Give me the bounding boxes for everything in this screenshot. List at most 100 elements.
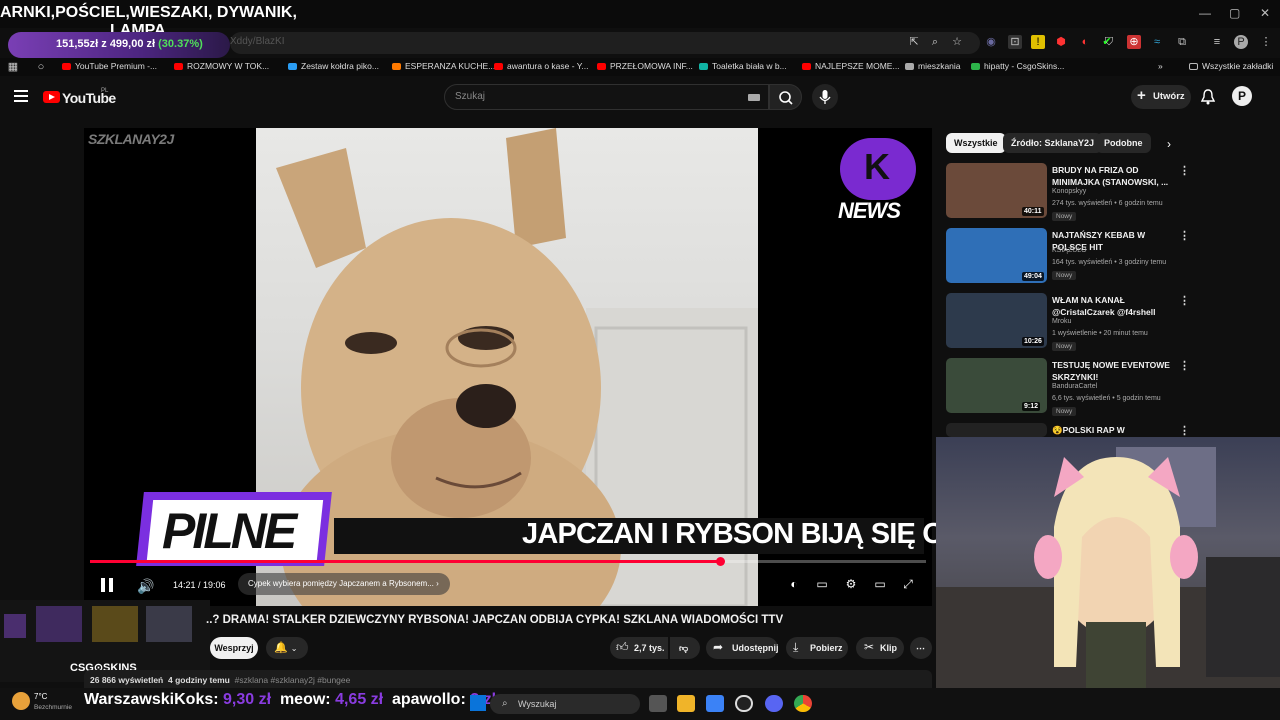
subtitles-icon[interactable]: ▭ (814, 577, 830, 591)
bookmark-label: ROZMOWY W TOK... (187, 61, 270, 71)
address-bar[interactable] (230, 32, 980, 54)
more-options-icon[interactable]: ⋮ (1179, 359, 1190, 372)
autoplay-toggle-icon[interactable]: ◐ (786, 577, 802, 591)
windows-start-icon[interactable] (470, 695, 486, 711)
video-title[interactable]: BRUDY NA FRIZA OD MINIMAJKA (STANOWSKI, … (1052, 164, 1170, 188)
all-bookmarks[interactable]: Wszystkie zakładki (1189, 61, 1273, 71)
support-button[interactable]: Wesprzyj (210, 637, 258, 659)
chrome-icon[interactable] (794, 695, 812, 712)
search-icon: ⌕ (502, 698, 508, 709)
address-url[interactable]: Xddy/BlazKI (230, 36, 284, 47)
bookmark-favicon-icon (905, 62, 914, 70)
bookmark-item[interactable]: Toaletka biała w b... (699, 61, 787, 71)
weather-temp[interactable]: 7°C (34, 692, 47, 701)
search-placeholder[interactable]: Szukaj (455, 91, 485, 102)
theater-mode-icon[interactable]: ▭ (872, 577, 888, 591)
chip-source[interactable]: Źródło: SzklanaY2J (1003, 133, 1103, 153)
bookmark-item[interactable]: YouTube Premium -... (62, 61, 157, 71)
install-icon[interactable]: ⇱ (907, 35, 921, 49)
weather-desc[interactable]: Bezchmurnie (34, 704, 72, 711)
bookmark-item[interactable]: Zestaw kołdra piko... (288, 61, 379, 71)
more-options-icon[interactable]: ⋮ (1179, 229, 1190, 242)
bookmark-favicon-icon (597, 62, 606, 70)
channel-name[interactable]: Mroku (1052, 318, 1071, 325)
chip-all[interactable]: Wszystkie (946, 133, 1006, 153)
chapter-title-button[interactable]: Cypek wybiera pomiędzy Japczanem a Rybso… (238, 573, 450, 595)
taskbar-search[interactable]: Wyszukaj (490, 694, 640, 714)
bookmark-item[interactable]: NAJLEPSZE MOME... (802, 61, 900, 71)
extension-icon[interactable]: ⊕ (1127, 35, 1141, 49)
bookmark-favicon-icon (802, 62, 811, 70)
extensions-puzzle-icon[interactable]: ⧉ (1175, 35, 1189, 49)
media-icon[interactable]: ≡ (1210, 35, 1224, 49)
apps-grid-icon[interactable]: ▦ (6, 60, 20, 74)
weather-icon[interactable] (12, 692, 30, 710)
close-button[interactable]: ✕ (1260, 6, 1270, 20)
minimize-button[interactable]: — (1199, 6, 1211, 20)
volume-icon[interactable]: 🔊 (137, 578, 154, 595)
bookmark-item[interactable]: ROZMOWY W TOK... (174, 61, 269, 71)
file-explorer-icon[interactable] (677, 695, 695, 712)
extension-icon[interactable]: ◉ (984, 35, 998, 49)
bookmark-label: hipatty - CsgoSkins... (984, 61, 1065, 71)
pause-icon[interactable] (100, 578, 114, 592)
video-duration: 49:04 (1022, 272, 1044, 281)
microphone-button[interactable] (812, 84, 838, 110)
progress-bar-played[interactable] (90, 560, 720, 563)
dislike-button[interactable]: 👎︎ (670, 637, 700, 659)
profile-icon[interactable]: P (1234, 35, 1248, 49)
extension-icon[interactable]: ≈ (1150, 35, 1164, 49)
subscription-bell-button[interactable]: 🔔 ⌄ (266, 637, 308, 659)
bookmark-star-icon[interactable]: ☆ (950, 35, 964, 49)
bookmark-favicon-icon (699, 62, 708, 70)
circle-icon[interactable]: ○ (34, 60, 48, 74)
extension-icon[interactable]: ⊡ (1008, 35, 1022, 49)
new-badge: Nowy (1052, 271, 1077, 280)
bookmarks-overflow-icon[interactable]: » (1158, 61, 1163, 71)
bookmark-item[interactable]: awantura o kase - Y... (494, 61, 588, 71)
chip-similar[interactable]: Podobne (1096, 133, 1151, 153)
video-title[interactable]: TESTUJĘ NOWE EVENTOWE SKRZYNKI! (1052, 359, 1170, 383)
more-options-icon[interactable]: ⋮ (1179, 424, 1190, 437)
search-button[interactable] (769, 84, 802, 110)
task-view-icon[interactable] (649, 695, 667, 712)
description-meta[interactable]: 26 866 wyświetleń 4 godziny temu #szklan… (90, 675, 350, 685)
bookmark-item[interactable]: PRZEŁOMOWA INF... (597, 61, 693, 71)
chevron-right-icon[interactable]: › (1167, 137, 1171, 151)
download-icon: ⤓ (793, 640, 799, 654)
video-title[interactable]: WŁAM NA KANAŁ @CristalCzarek @f4rshell (1052, 294, 1170, 318)
bookmark-favicon-icon (392, 62, 401, 70)
search-input[interactable] (444, 84, 769, 110)
more-actions-button[interactable]: ⋯ (910, 637, 932, 659)
more-options-icon[interactable]: ⋮ (1179, 294, 1190, 307)
zoom-icon[interactable]: ⌕ (928, 35, 942, 49)
channel-name[interactable]: KSIĄŻULO (1052, 247, 1087, 254)
bookmark-item[interactable]: mieszkania (905, 61, 961, 71)
progress-scrubber[interactable] (715, 557, 725, 566)
avatar[interactable]: P (1232, 86, 1252, 106)
channel-name[interactable]: Konopskyy (1052, 188, 1086, 195)
extension-icon[interactable]: ◐ (1078, 35, 1092, 49)
extension-icon[interactable]: ! (1031, 35, 1045, 49)
adblock-icon[interactable]: ⬢ (1054, 35, 1068, 49)
time-display: 14:21 / 19:06 (173, 580, 226, 590)
channel-name[interactable]: BanduraCartel (1052, 383, 1097, 390)
fullscreen-icon[interactable]: ⤢ (900, 577, 916, 591)
microphone-icon (819, 90, 831, 104)
bookmark-item[interactable]: ESPERANZA KUCHE... (392, 61, 495, 71)
more-options-icon[interactable]: ⋮ (1179, 164, 1190, 177)
video-thumbnail[interactable] (946, 423, 1047, 437)
settings-gear-icon[interactable]: ⚙ (843, 577, 859, 591)
obs-icon[interactable] (735, 695, 753, 712)
youtube-logo-icon[interactable] (43, 91, 60, 103)
shield-icon[interactable]: ⛉ (1102, 35, 1116, 49)
bookmark-item[interactable]: hipatty - CsgoSkins... (971, 61, 1064, 71)
browser-menu-icon[interactable]: ⋮ (1259, 35, 1273, 49)
notifications-bell-icon[interactable] (1200, 89, 1216, 105)
video-title[interactable]: 😵POLSKI RAP W (1052, 424, 1170, 436)
hamburger-menu-icon[interactable] (14, 90, 28, 102)
maximize-button[interactable]: ▢ (1229, 6, 1240, 20)
discord-icon[interactable] (765, 695, 783, 712)
keyboard-icon[interactable] (748, 94, 760, 101)
store-icon[interactable] (706, 695, 724, 712)
